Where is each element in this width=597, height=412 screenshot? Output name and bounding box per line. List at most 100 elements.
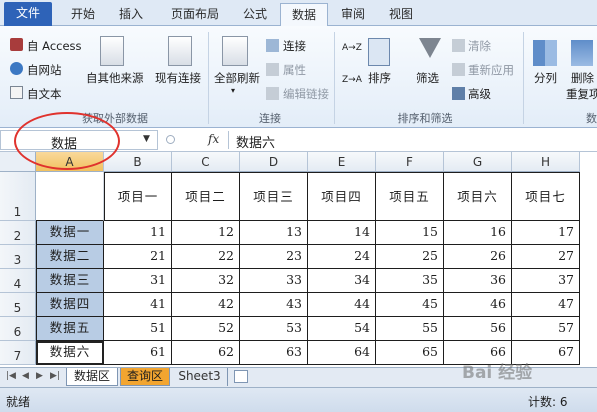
- data-cell[interactable]: 25: [376, 245, 444, 269]
- refresh-all-button[interactable]: 全部刷新: [214, 70, 260, 86]
- header-cell[interactable]: 项目一: [104, 172, 172, 221]
- first-sheet-icon[interactable]: |◀: [6, 371, 16, 381]
- data-cell[interactable]: 44: [308, 293, 376, 317]
- data-cell[interactable]: 37: [512, 269, 580, 293]
- cell-a1[interactable]: [36, 172, 104, 221]
- header-cell[interactable]: 项目五: [376, 172, 444, 221]
- data-cell[interactable]: 11: [104, 221, 172, 245]
- clear-button[interactable]: 清除: [468, 38, 491, 54]
- row-label-cell[interactable]: 数据三: [36, 269, 104, 293]
- header-cell[interactable]: 项目三: [240, 172, 308, 221]
- data-cell[interactable]: 65: [376, 341, 444, 365]
- resize-handle-icon[interactable]: [166, 135, 175, 144]
- refresh-dropdown-icon[interactable]: ▾: [231, 86, 235, 95]
- data-cell[interactable]: 22: [172, 245, 240, 269]
- reapply-button[interactable]: 重新应用: [468, 62, 514, 78]
- advanced-button[interactable]: 高级: [468, 86, 491, 102]
- data-cell[interactable]: 51: [104, 317, 172, 341]
- column-header-e[interactable]: E: [308, 152, 376, 172]
- sheet-tab-query[interactable]: 查询区: [120, 368, 170, 386]
- tab-page-layout[interactable]: 页面布局: [160, 3, 230, 26]
- tab-formulas[interactable]: 公式: [234, 3, 276, 26]
- data-cell[interactable]: 12: [172, 221, 240, 245]
- properties-button[interactable]: 属性: [283, 62, 306, 78]
- row-header-7[interactable]: 7: [0, 341, 36, 365]
- data-cell[interactable]: 45: [376, 293, 444, 317]
- data-cell[interactable]: 56: [444, 317, 512, 341]
- column-header-b[interactable]: B: [104, 152, 172, 172]
- column-header-h[interactable]: H: [512, 152, 580, 172]
- header-cell[interactable]: 项目二: [172, 172, 240, 221]
- data-cell[interactable]: 54: [308, 317, 376, 341]
- data-cell[interactable]: 42: [172, 293, 240, 317]
- data-cell[interactable]: 34: [308, 269, 376, 293]
- data-cell[interactable]: 52: [172, 317, 240, 341]
- data-cell[interactable]: 24: [308, 245, 376, 269]
- data-cell[interactable]: 41: [104, 293, 172, 317]
- column-header-f[interactable]: F: [376, 152, 444, 172]
- row-label-cell[interactable]: 数据二: [36, 245, 104, 269]
- insert-sheet-icon[interactable]: [234, 370, 248, 383]
- data-cell[interactable]: 35: [376, 269, 444, 293]
- tab-review[interactable]: 审阅: [332, 3, 374, 26]
- insert-function-icon[interactable]: fx: [208, 132, 219, 146]
- tab-data[interactable]: 数据: [280, 3, 328, 27]
- existing-connections-button[interactable]: 现有连接: [155, 70, 201, 86]
- sort-button[interactable]: 排序: [368, 70, 391, 86]
- tab-home[interactable]: 开始: [62, 3, 104, 26]
- data-cell[interactable]: 64: [308, 341, 376, 365]
- data-cell[interactable]: 21: [104, 245, 172, 269]
- header-cell[interactable]: 项目四: [308, 172, 376, 221]
- column-header-c[interactable]: C: [172, 152, 240, 172]
- chevron-down-icon[interactable]: ▼: [143, 134, 150, 144]
- data-cell[interactable]: 57: [512, 317, 580, 341]
- row-header-1[interactable]: 1: [0, 172, 36, 221]
- column-header-d[interactable]: D: [240, 152, 308, 172]
- from-access-button[interactable]: 自 Access: [27, 38, 82, 54]
- data-cell[interactable]: 53: [240, 317, 308, 341]
- data-cell[interactable]: 15: [376, 221, 444, 245]
- prev-sheet-icon[interactable]: ◀: [22, 371, 29, 381]
- filter-button[interactable]: 筛选: [416, 70, 439, 86]
- tab-insert[interactable]: 插入: [110, 3, 152, 26]
- data-cell[interactable]: 43: [240, 293, 308, 317]
- header-cell[interactable]: 项目六: [444, 172, 512, 221]
- data-cell[interactable]: 36: [444, 269, 512, 293]
- data-cell[interactable]: 32: [172, 269, 240, 293]
- data-cell[interactable]: 16: [444, 221, 512, 245]
- data-cell[interactable]: 33: [240, 269, 308, 293]
- row-label-cell[interactable]: 数据四: [36, 293, 104, 317]
- sheet-tab-sheet3[interactable]: Sheet3: [172, 368, 228, 386]
- data-cell[interactable]: 27: [512, 245, 580, 269]
- row-label-cell[interactable]: 数据五: [36, 317, 104, 341]
- sort-descending-button[interactable]: Z→A: [342, 76, 362, 85]
- data-cell[interactable]: 61: [104, 341, 172, 365]
- data-cell[interactable]: 47: [512, 293, 580, 317]
- sheet-tab-data[interactable]: 数据区: [66, 368, 118, 386]
- data-cell[interactable]: 26: [444, 245, 512, 269]
- tab-file[interactable]: 文件: [4, 2, 52, 26]
- header-cell[interactable]: 项目七: [512, 172, 580, 221]
- from-web-button[interactable]: 自网站: [27, 62, 62, 78]
- sort-ascending-button[interactable]: A→Z: [342, 44, 362, 53]
- column-header-g[interactable]: G: [444, 152, 512, 172]
- text-to-columns-button[interactable]: 分列: [534, 70, 557, 86]
- row-header-3[interactable]: 3: [0, 245, 36, 269]
- other-sources-button[interactable]: 自其他来源: [86, 70, 144, 86]
- tab-view[interactable]: 视图: [380, 3, 422, 26]
- row-header-2[interactable]: 2: [0, 221, 36, 245]
- data-cell[interactable]: 13: [240, 221, 308, 245]
- row-header-6[interactable]: 6: [0, 317, 36, 341]
- row-label-cell[interactable]: 数据一: [36, 221, 104, 245]
- row-header-5[interactable]: 5: [0, 293, 36, 317]
- next-sheet-icon[interactable]: ▶: [36, 371, 43, 381]
- data-cell[interactable]: 14: [308, 221, 376, 245]
- connections-button[interactable]: 连接: [283, 38, 306, 54]
- data-cell[interactable]: 31: [104, 269, 172, 293]
- remove-duplicates-button[interactable]: 删除: [571, 70, 594, 86]
- from-text-button[interactable]: 自文本: [27, 86, 62, 102]
- data-cell[interactable]: 23: [240, 245, 308, 269]
- data-cell[interactable]: 55: [376, 317, 444, 341]
- row-header-4[interactable]: 4: [0, 269, 36, 293]
- edit-links-button[interactable]: 编辑链接: [283, 86, 329, 102]
